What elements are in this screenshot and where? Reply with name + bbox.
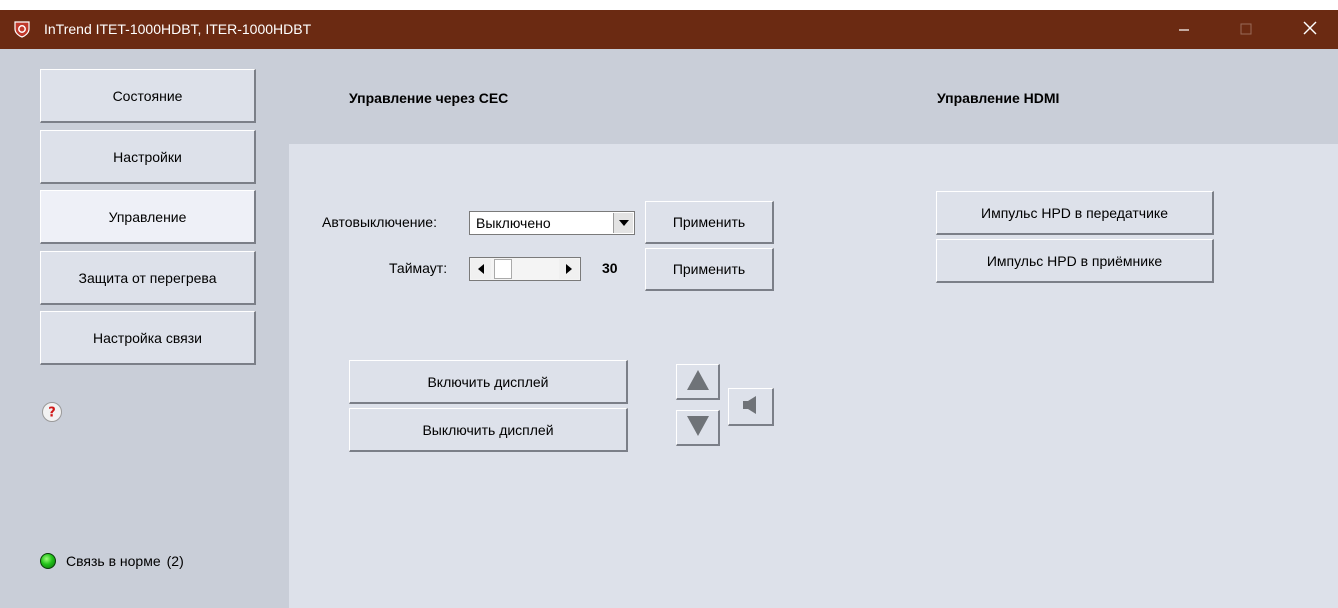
close-button[interactable] (1287, 10, 1333, 49)
cec-heading: Управление через СЕС (349, 90, 509, 106)
slider-thumb[interactable] (494, 259, 512, 279)
hdmi-heading: Управление HDMI (937, 90, 1060, 106)
title-bar[interactable]: InTrend ITET-1000HDBT, ITER-1000HDBT (0, 10, 1338, 49)
auto-off-value: Выключено (476, 215, 551, 231)
close-icon (1303, 21, 1317, 38)
mute-button[interactable] (728, 388, 774, 426)
window-title: InTrend ITET-1000HDBT, ITER-1000HDBT (44, 21, 312, 37)
minimize-icon (1178, 22, 1190, 38)
maximize-icon (1240, 22, 1252, 38)
arrow-left-icon[interactable] (471, 259, 491, 279)
volume-up-button[interactable] (676, 364, 720, 400)
maximize-button[interactable] (1223, 10, 1269, 49)
hpd-transmitter-label: Импульс HPD в передатчике (981, 204, 1168, 221)
connection-status: Связь в норме (2) (40, 550, 184, 572)
status-count: (2) (166, 553, 184, 569)
auto-off-select[interactable]: Выключено (469, 211, 635, 235)
sidebar-item-label: Управление (108, 208, 187, 225)
apply-label: Применить (672, 214, 746, 230)
display-off-button[interactable]: Выключить дисплей (349, 408, 628, 452)
sidebar-item-settings[interactable]: Настройки (40, 130, 256, 184)
timeout-slider[interactable] (469, 257, 581, 281)
sidebar-item-label: Настройки (113, 148, 182, 165)
timeout-label: Таймаут: (389, 260, 448, 276)
apply-label: Применить (672, 261, 746, 277)
status-indicator-icon (40, 553, 56, 569)
arrow-right-icon[interactable] (559, 259, 579, 279)
hpd-transmitter-button[interactable]: Импульс HPD в передатчике (936, 191, 1214, 235)
apply-auto-off-button[interactable]: Применить (645, 201, 774, 244)
svg-text:?: ? (48, 406, 56, 421)
minimize-button[interactable] (1161, 10, 1207, 49)
shield-app-icon (14, 21, 30, 38)
volume-down-button[interactable] (676, 410, 720, 446)
sidebar-item-overheat-protection[interactable]: Защита от перегрева (40, 251, 256, 305)
triangle-up-icon (686, 370, 709, 393)
status-text: Связь в норме (66, 553, 161, 569)
sidebar-item-label: Настройка связи (93, 329, 202, 346)
auto-off-label: Автовыключение: (322, 214, 437, 230)
display-on-label: Включить дисплей (427, 373, 549, 390)
hpd-receiver-label: Импульс HPD в приёмнике (986, 252, 1163, 269)
sidebar-item-label: Защита от перегрева (78, 269, 217, 286)
triangle-down-icon (686, 416, 709, 439)
display-on-button[interactable]: Включить дисплей (349, 360, 628, 404)
hpd-receiver-button[interactable]: Импульс HPD в приёмнике (936, 239, 1214, 283)
display-off-label: Выключить дисплей (422, 421, 554, 438)
sidebar-item-control[interactable]: Управление (40, 190, 256, 244)
app-window: InTrend ITET-1000HDBT, ITER-1000HDBT Сос… (0, 10, 1338, 608)
sidebar-item-connection-settings[interactable]: Настройка связи (40, 311, 256, 365)
speaker-mute-icon (741, 395, 761, 418)
chevron-down-icon[interactable] (613, 213, 633, 233)
sidebar-item-status[interactable]: Состояние (40, 69, 256, 123)
timeout-value: 30 (602, 260, 618, 276)
help-icon[interactable]: ? (41, 401, 63, 423)
apply-timeout-button[interactable]: Применить (645, 248, 774, 291)
sidebar-item-label: Состояние (112, 87, 183, 104)
